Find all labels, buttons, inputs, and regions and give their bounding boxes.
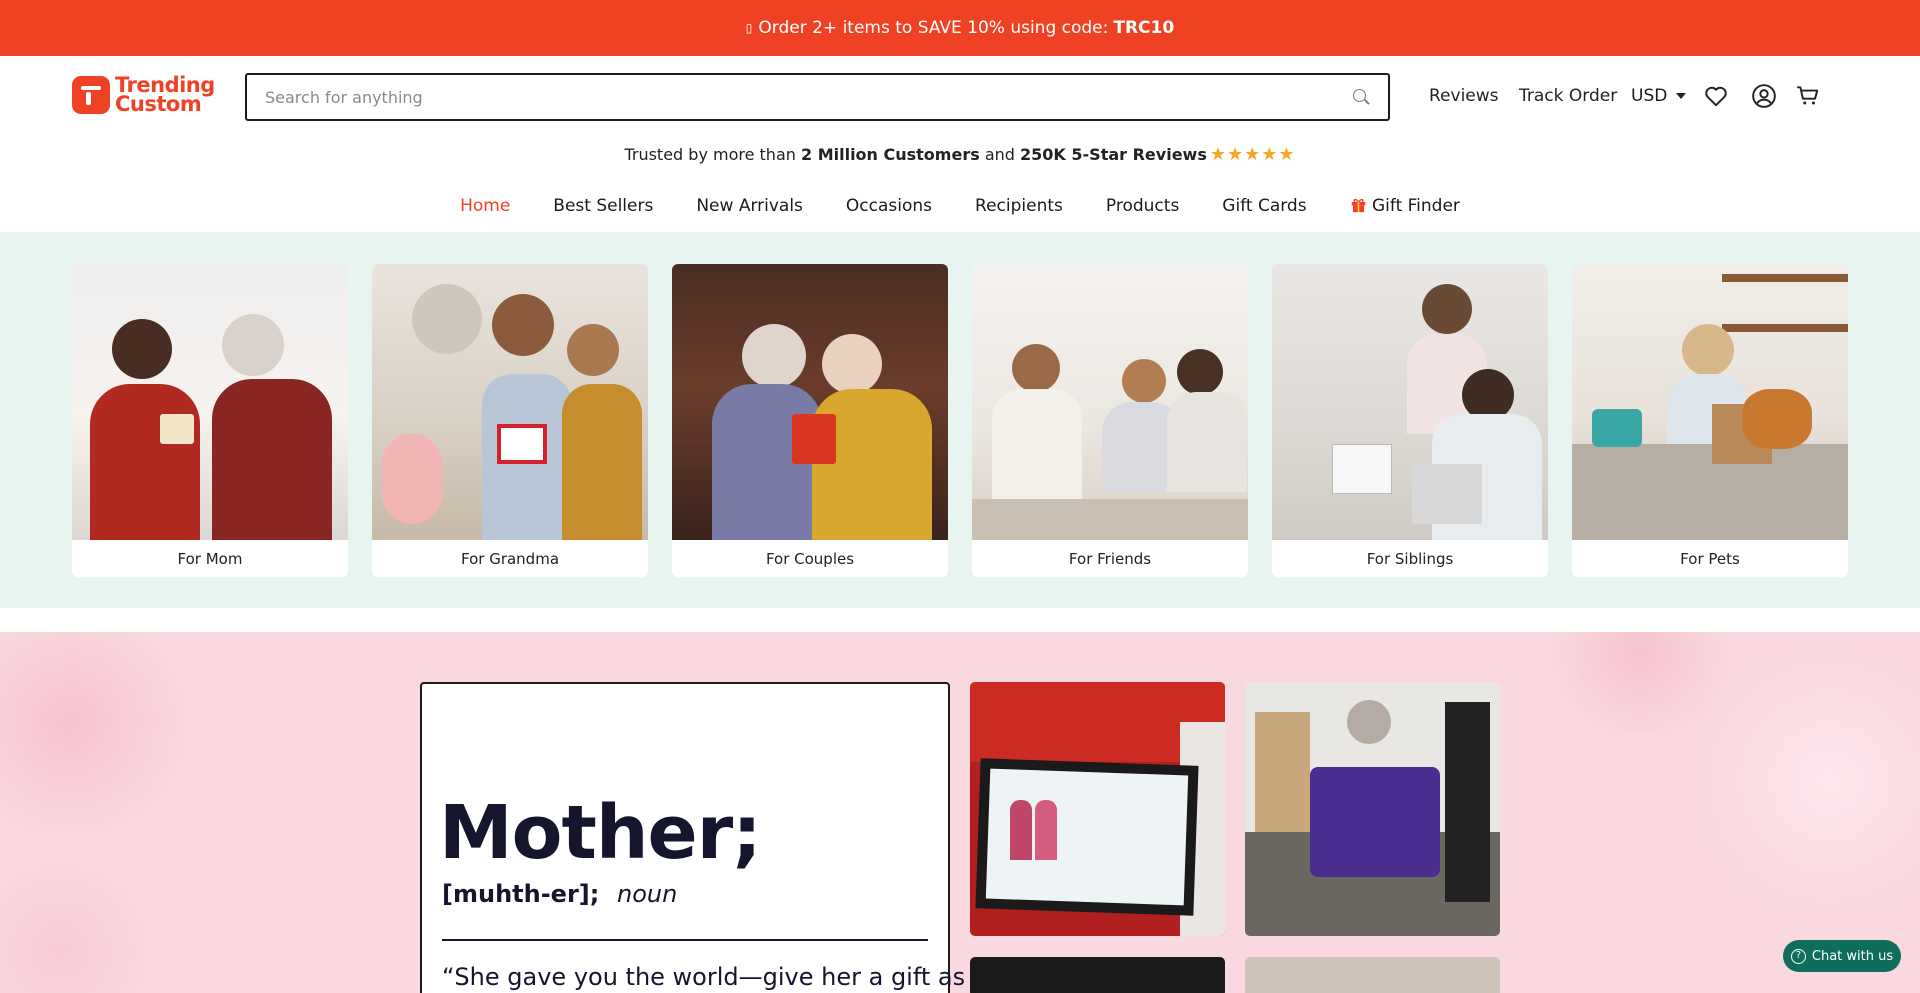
recipient-label: For Friends (1068, 549, 1152, 568)
nav-new-arrivals[interactable]: New Arrivals (696, 196, 803, 216)
recipient-label: For Siblings (1366, 549, 1454, 568)
product-photo[interactable] (1245, 682, 1500, 936)
promo-text: Order 2+ items to SAVE 10% using code: (758, 18, 1109, 38)
logo[interactable]: Trending Custom (72, 75, 215, 116)
site-header: Trending Custom Reviews Track Order USD (0, 56, 1920, 136)
recipient-image (72, 264, 348, 540)
help-icon: ? (1790, 948, 1806, 964)
recipient-label: For Mom (177, 549, 243, 568)
chat-label: Chat with us (1811, 948, 1894, 964)
flower-decoration (0, 632, 200, 832)
recipient-label: For Pets (1680, 549, 1740, 568)
search-icon[interactable] (1352, 88, 1370, 106)
recipient-card-mom[interactable]: For Mom (72, 264, 348, 577)
currency-selector[interactable]: USD (1631, 86, 1687, 106)
gift-finder-label: Gift Finder (1371, 196, 1460, 216)
nav-gift-cards[interactable]: Gift Cards (1222, 196, 1306, 216)
nav-best-sellers[interactable]: Best Sellers (553, 196, 653, 216)
trust-middle: and (984, 145, 1015, 164)
trust-prefix: Trusted by more than (624, 145, 796, 164)
product-photo[interactable] (1245, 957, 1500, 993)
search-input[interactable] (265, 87, 1352, 107)
definition-divider (442, 939, 928, 941)
nav-home[interactable]: Home (460, 196, 510, 216)
recipient-card-grandma[interactable]: For Grandma (372, 264, 648, 577)
track-order-link[interactable]: Track Order (1519, 86, 1617, 106)
gift-box-icon (1351, 198, 1365, 213)
definition-quote: “She gave you the world—give her a gift … (442, 963, 966, 991)
promo-code: TRC10 (1113, 18, 1175, 38)
recipient-image (972, 264, 1248, 540)
currency-value: USD (1631, 86, 1668, 106)
gift-icon: ▯ (745, 21, 753, 35)
recipient-card-siblings[interactable]: For Siblings (1272, 264, 1548, 577)
recipient-card-friends[interactable]: For Friends (972, 264, 1248, 577)
chat-button[interactable]: ? Chat with us (1783, 940, 1901, 972)
cart-icon[interactable] (1795, 83, 1821, 109)
definition-part-of-speech: noun (617, 880, 678, 908)
recipient-image (1272, 264, 1548, 540)
recipient-card-pets[interactable]: For Pets (1572, 264, 1848, 577)
trust-reviews: 250K 5-Star Reviews (1020, 145, 1207, 164)
recipient-image (1572, 264, 1848, 540)
recipient-card-couples[interactable]: For Couples (672, 264, 948, 577)
trust-banner: Trusted by more than 2 Million Customers… (0, 144, 1920, 165)
recipient-image (372, 264, 648, 540)
product-photo[interactable] (970, 957, 1225, 993)
mothers-day-section (0, 632, 1920, 993)
nav-recipients[interactable]: Recipients (975, 196, 1063, 216)
trust-customers: 2 Million Customers (800, 145, 980, 164)
rating-stars-icon: ★★★★★ (1209, 144, 1296, 165)
logo-line2: Custom (115, 92, 202, 116)
search-bar[interactable] (245, 73, 1390, 121)
nav-occasions[interactable]: Occasions (846, 196, 932, 216)
caret-down-icon (1676, 93, 1687, 99)
logo-icon (72, 76, 110, 114)
recipient-label: For Grandma (460, 549, 560, 568)
recipient-label: For Couples (765, 549, 855, 568)
account-icon[interactable] (1751, 83, 1777, 109)
promo-banner: ▯ Order 2+ items to SAVE 10% using code:… (0, 0, 1920, 56)
reviews-link[interactable]: Reviews (1429, 86, 1499, 106)
main-nav: Home Best Sellers New Arrivals Occasions… (0, 196, 1920, 216)
definition-word: Mother; (439, 790, 762, 876)
heart-icon[interactable] (1703, 83, 1729, 109)
logo-text: Trending Custom (115, 75, 215, 116)
definition-pronunciation: [muhth-er]; (442, 880, 600, 908)
flower-decoration (0, 862, 160, 993)
product-photo[interactable] (970, 682, 1225, 936)
nav-products[interactable]: Products (1106, 196, 1179, 216)
nav-gift-finder[interactable]: Gift Finder (1350, 196, 1460, 216)
recipient-image (672, 264, 948, 540)
